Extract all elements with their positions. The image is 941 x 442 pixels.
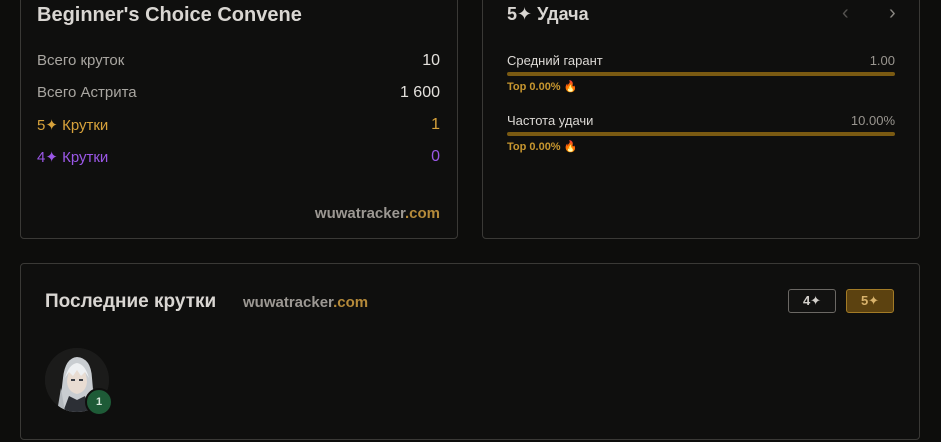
luck-rate-value: 10.00% <box>850 113 895 128</box>
five-star-pulls-value: 1 <box>431 116 440 133</box>
site-brand: wuwatracker.com <box>315 205 440 222</box>
luck-rate-bar <box>507 132 895 136</box>
average-pity-bar-fill <box>507 72 895 76</box>
filter-five-star-button[interactable]: 5✦ <box>846 289 894 313</box>
recent-pulls-card: Последние крутки wuwatracker.com 4✦ 5✦ 1 <box>20 263 920 440</box>
luck-rate-rank: Top 0.00% 🔥 <box>507 140 577 153</box>
five-star-pulls-row: 5✦ Крутки 1 <box>37 116 440 138</box>
total-astrite-value: 1 600 <box>399 84 440 101</box>
site-brand-name: wuwatracker <box>314 205 405 222</box>
filter-four-star-button[interactable]: 4✦ <box>788 289 836 313</box>
luck-rate-label: Частота удачи <box>507 113 594 128</box>
convene-title: Beginner's Choice Convene <box>37 4 302 26</box>
four-star-pulls-label: 4✦ Крутки <box>37 149 109 166</box>
chevron-right-icon[interactable]: › <box>889 2 896 25</box>
average-pity-label: Средний гарант <box>507 53 603 68</box>
pull-count-badge: 1 <box>85 388 113 416</box>
average-pity-rank: Top 0.00% 🔥 <box>507 80 577 93</box>
luck-rate-bar-fill <box>507 132 895 136</box>
chevron-left-icon[interactable]: ‹ <box>842 2 849 25</box>
total-astrite-row: Всего Астрита 1 600 <box>37 84 440 106</box>
pull-item[interactable]: 1 <box>45 348 113 416</box>
average-pity-rank-text: Top 0.00% <box>507 81 561 93</box>
convene-summary-card: Beginner's Choice Convene Всего круток 1… <box>20 0 458 239</box>
luck-rate-rank-text: Top 0.00% <box>507 141 561 153</box>
five-star-luck-card: 5✦ Удача ‹ › Средний гарант 1.00 Top 0.0… <box>482 0 920 239</box>
site-brand-tld: .com <box>404 205 440 222</box>
total-pulls-value: 10 <box>422 52 440 69</box>
average-pity-value: 1.00 <box>869 53 895 68</box>
total-astrite-label: Всего Астрита <box>37 84 137 101</box>
total-pulls-label: Всего круток <box>37 52 125 69</box>
average-pity-bar <box>507 72 895 76</box>
four-star-pulls-row: 4✦ Крутки 0 <box>37 148 440 170</box>
site-brand-name: wuwatracker <box>243 294 334 311</box>
site-brand: wuwatracker.com <box>243 294 368 311</box>
luck-title: 5✦ Удача <box>507 4 589 24</box>
total-pulls-row: Всего круток 10 <box>37 52 440 74</box>
recent-pulls-title: Последние крутки <box>45 291 217 312</box>
flame-icon: 🔥 <box>563 81 578 93</box>
four-star-pulls-value: 0 <box>431 148 440 165</box>
flame-icon: 🔥 <box>563 141 578 153</box>
site-brand-tld: .com <box>333 294 369 311</box>
five-star-pulls-label: 5✦ Крутки <box>37 117 109 134</box>
